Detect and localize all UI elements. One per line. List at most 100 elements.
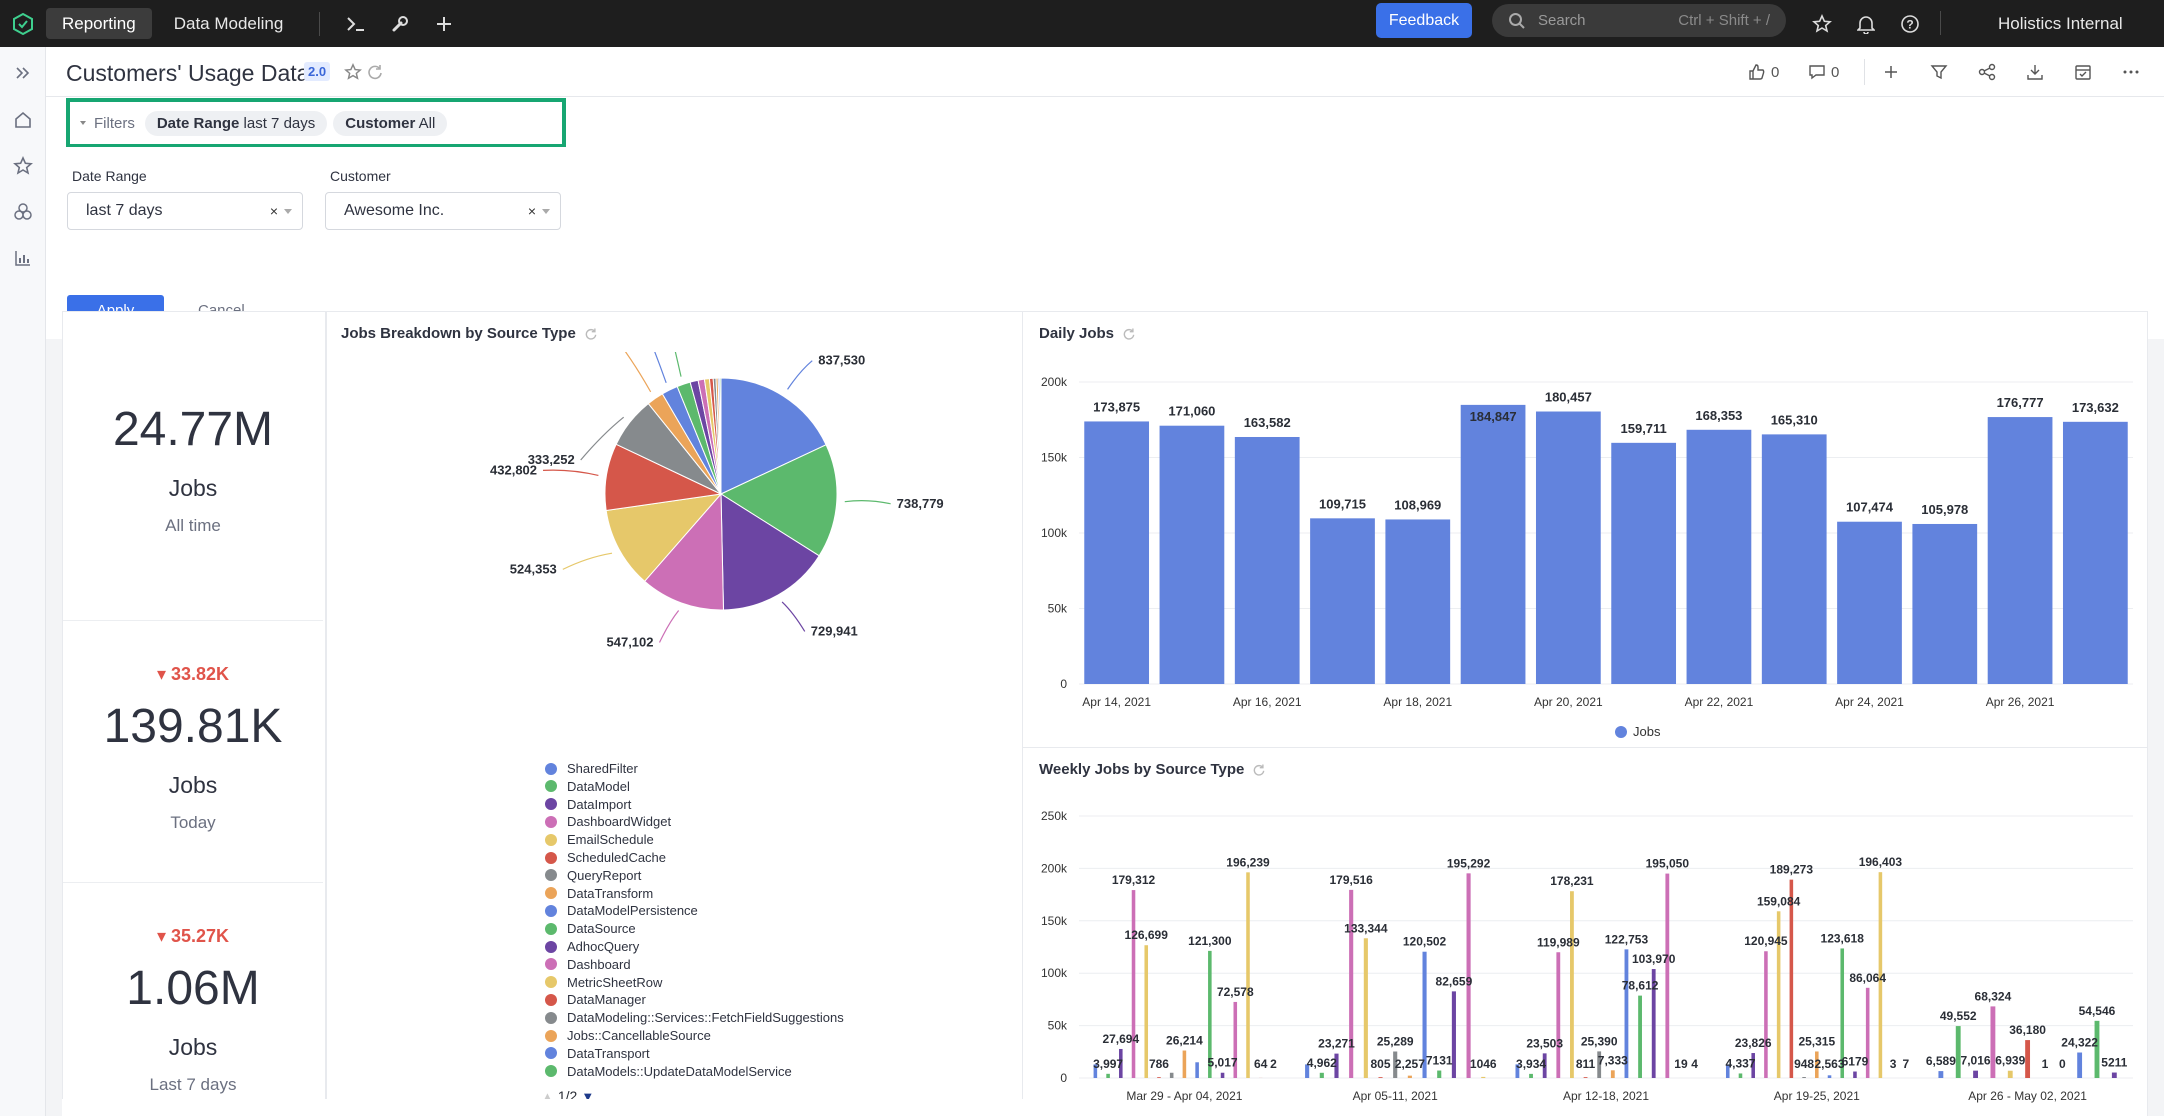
like-button[interactable]: 0 xyxy=(1748,60,1779,84)
legend-item[interactable]: QueryReport xyxy=(545,868,641,883)
bar-data-label: 72,578 xyxy=(1217,985,1254,999)
legend-item[interactable]: DataModeling::Services::FetchFieldSugges… xyxy=(545,1010,844,1025)
bar-data-label: 107,474 xyxy=(1846,500,1894,515)
filter-icon[interactable] xyxy=(1930,60,1948,84)
bar-data-label: 176,777 xyxy=(1997,395,2044,410)
legend-item[interactable]: DataModel xyxy=(545,779,630,794)
legend-item[interactable]: Dashboard xyxy=(545,957,631,972)
customer-select[interactable]: Awesome Inc. × xyxy=(325,192,561,230)
chevron-down-icon xyxy=(284,208,292,214)
legend-swatch xyxy=(545,958,557,971)
bar-data-label: 108,969 xyxy=(1394,497,1441,512)
legend-item[interactable]: DataModels::UpdateDataModelService xyxy=(545,1064,792,1079)
pie-leader-line xyxy=(562,552,613,570)
y-tick-label: 0 xyxy=(1060,1071,1067,1085)
legend-item[interactable]: SharedFilter xyxy=(545,761,638,776)
clear-icon[interactable]: × xyxy=(528,203,536,219)
bar xyxy=(1407,1075,1412,1078)
terminal-icon[interactable] xyxy=(334,0,378,47)
filter-chip-customer[interactable]: Customer All xyxy=(333,110,448,136)
kpi-value: 1.06M xyxy=(126,962,260,1015)
chip-name: Customer xyxy=(345,114,416,132)
feedback-button[interactable]: Feedback xyxy=(1376,3,1472,38)
bar xyxy=(1169,1072,1174,1078)
date-range-select[interactable]: last 7 days × xyxy=(67,192,303,230)
kpi-name: Jobs xyxy=(168,772,218,798)
bell-icon[interactable] xyxy=(1844,0,1888,47)
add-widget-icon[interactable] xyxy=(1882,60,1900,84)
favorite-star-icon[interactable] xyxy=(344,60,362,84)
pie-legend: SharedFilter DataModel DataImport Dashboard… xyxy=(545,761,965,1079)
bar-data-label: 86,064 xyxy=(1849,971,1886,985)
help-icon[interactable]: ? xyxy=(1888,0,1932,47)
y-tick-label: 0 xyxy=(1060,677,1067,691)
legend-item[interactable]: DataModelPersistence xyxy=(545,903,698,918)
share-icon[interactable] xyxy=(1978,60,1996,84)
bar xyxy=(1837,521,1902,684)
legend-item[interactable]: EmailSchedule xyxy=(545,832,654,847)
favorites-star-icon[interactable] xyxy=(11,154,35,178)
bar-data-label: 109,715 xyxy=(1319,496,1366,511)
export-icon[interactable] xyxy=(2026,60,2044,84)
legend-item[interactable]: ScheduledCache xyxy=(545,850,666,865)
search-input[interactable]: Search Ctrl + Shift + / xyxy=(1492,4,1786,37)
filter-summary[interactable]: Filters Date Range last 7 days Customer … xyxy=(66,98,566,148)
kpi-delta: ▾ 33.82K xyxy=(156,664,230,684)
plus-icon[interactable] xyxy=(422,0,466,47)
legend-item[interactable]: AdhocQuery xyxy=(545,939,639,954)
tab-data-modeling[interactable]: Data Modeling xyxy=(158,8,300,39)
legend-label: DataModelPersistence xyxy=(567,903,698,919)
chip-value: All xyxy=(418,114,436,132)
schedule-icon[interactable] xyxy=(2074,60,2092,84)
legend-item[interactable]: DataImport xyxy=(545,797,631,812)
legend-label: DashboardWidget xyxy=(567,814,672,830)
kpi-delta-value: 35.27K xyxy=(171,926,230,946)
datasets-icon[interactable] xyxy=(11,200,35,224)
legend-item[interactable]: Jobs::CancellableSource xyxy=(545,1028,711,1043)
legend-item[interactable]: MetricSheetRow xyxy=(545,975,662,990)
date-range-label: Date Range xyxy=(72,168,147,184)
clear-icon[interactable]: × xyxy=(270,203,278,219)
bar xyxy=(1738,1073,1743,1078)
legend-item[interactable]: DataSource xyxy=(545,921,636,936)
bar xyxy=(1583,1077,1588,1078)
refresh-icon[interactable] xyxy=(1122,327,1136,341)
legend-item[interactable]: DashboardWidget xyxy=(545,814,671,829)
bar-data-label: 5,017 xyxy=(1208,1056,1238,1070)
y-tick-label: 150k xyxy=(1041,914,1068,928)
filters-toggle[interactable]: Filters xyxy=(78,115,135,132)
bar-data-label: 179,312 xyxy=(1112,873,1156,887)
version-badge: 2.0 xyxy=(304,62,331,81)
x-tick-label: Apr 26, 2021 xyxy=(1986,695,2055,709)
bar-data-label: 3,997 xyxy=(1093,1057,1123,1071)
bar xyxy=(1363,938,1368,1078)
comment-button[interactable]: 0 xyxy=(1808,60,1839,84)
home-icon[interactable] xyxy=(11,108,35,132)
refresh-icon[interactable] xyxy=(1252,763,1266,777)
x-tick-label: Apr 05-11, 2021 xyxy=(1353,1089,1438,1103)
star-icon[interactable] xyxy=(1800,0,1844,47)
bar xyxy=(1131,890,1136,1078)
org-switcher[interactable]: Holistics Internal xyxy=(1998,0,2123,47)
refresh-icon[interactable] xyxy=(366,60,384,84)
chart-title: Jobs Breakdown by Source Type xyxy=(341,325,598,342)
refresh-icon[interactable] xyxy=(584,327,598,341)
legend-item[interactable]: DataTransport xyxy=(545,1046,650,1061)
bar xyxy=(1157,1077,1161,1078)
holistics-logo-icon[interactable] xyxy=(0,0,46,47)
expand-sidebar-icon[interactable] xyxy=(11,61,35,85)
left-sidebar xyxy=(0,47,46,1116)
metrics-chart-icon[interactable] xyxy=(11,246,35,270)
legend-label: ScheduledCache xyxy=(567,850,667,865)
tab-reporting[interactable]: Reporting xyxy=(46,8,152,39)
kpi-value: 24.77M xyxy=(112,403,274,456)
y-tick-label: 100k xyxy=(1041,526,1068,540)
more-options-icon[interactable] xyxy=(2122,60,2140,84)
wrench-icon[interactable] xyxy=(378,0,422,47)
pie-leader-line xyxy=(787,360,813,390)
bar-data-label: 2,563 xyxy=(1815,1057,1845,1071)
legend-item[interactable]: DataTransform xyxy=(545,886,653,901)
filter-chip-date-range[interactable]: Date Range last 7 days xyxy=(144,110,328,136)
x-tick-label: Apr 16, 2021 xyxy=(1233,695,1302,709)
legend-item[interactable]: DataManager xyxy=(545,992,646,1007)
